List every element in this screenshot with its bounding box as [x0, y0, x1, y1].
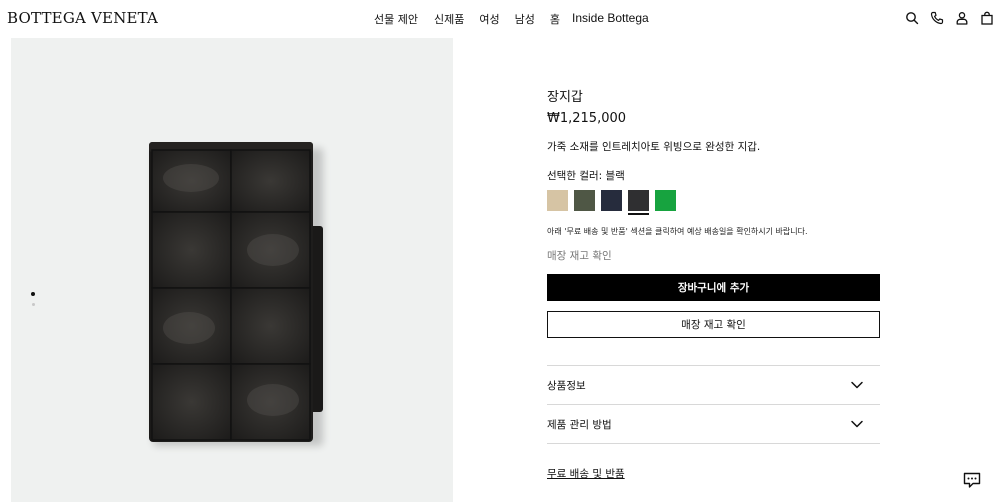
accordion-product-info[interactable]: 상품정보: [547, 366, 880, 404]
slide-dot[interactable]: [31, 303, 35, 306]
swatch-green[interactable]: [655, 190, 676, 211]
divider: [547, 443, 880, 444]
color-swatches: [547, 190, 880, 215]
free-shipping-returns-link[interactable]: 무료 배송 및 반품: [547, 466, 625, 481]
nav-item-new-arrivals[interactable]: 신제품: [434, 11, 464, 27]
accordion-label: 제품 관리 방법: [547, 418, 612, 431]
store-stock-link[interactable]: 매장 재고 확인: [547, 248, 880, 263]
nav-item-home[interactable]: 홈: [550, 11, 560, 27]
product-price: ₩1,215,000: [547, 111, 627, 126]
search-icon[interactable]: [905, 11, 919, 25]
product-description: 가죽 소재를 인트레치아토 위빙으로 완성한 지갑.: [547, 141, 761, 153]
chat-icon[interactable]: [963, 472, 981, 489]
nav-item-women[interactable]: 여성: [479, 11, 499, 27]
account-icon[interactable]: [955, 11, 969, 25]
product-gallery: [11, 38, 453, 502]
nav-item-inside-bottega[interactable]: Inside Bottega: [572, 11, 649, 27]
accordion-label: 상품정보: [547, 379, 586, 392]
slide-dot-active[interactable]: [31, 292, 35, 296]
swatch-navy[interactable]: [601, 190, 622, 211]
chevron-down-icon: [851, 420, 863, 428]
shopping-bag-icon[interactable]: [980, 11, 994, 25]
site-header: BOTTEGA VENETA 선물 제안 신제품 여성 남성 홈 Inside …: [0, 0, 1000, 38]
swatch-olive[interactable]: [574, 190, 595, 211]
nav-item-gifts[interactable]: 선물 제안: [374, 11, 418, 27]
product-title: 장지갑: [547, 90, 583, 105]
shipping-note: 아래 '무료 배송 및 반품' 섹션을 클릭하여 예상 배송일을 확인하시기 바…: [547, 227, 808, 236]
brand-logo[interactable]: BOTTEGA VENETA: [7, 9, 158, 27]
main-nav: 선물 제안 신제품 여성 남성 홈 Inside Bottega: [374, 11, 649, 27]
slide-indicator: [31, 292, 37, 313]
add-to-bag-button[interactable]: 장바구니에 추가: [547, 274, 880, 301]
selected-color-label: 선택한 컬러: 블랙: [547, 170, 625, 182]
phone-icon[interactable]: [930, 11, 944, 25]
swatch-black[interactable]: [628, 190, 649, 215]
chevron-down-icon: [851, 381, 863, 389]
nav-item-men[interactable]: 남성: [515, 11, 535, 27]
wallet-image: [149, 142, 323, 446]
swatch-beige[interactable]: [547, 190, 568, 211]
check-store-stock-button[interactable]: 매장 재고 확인: [547, 311, 880, 338]
header-icons: [905, 11, 994, 25]
product-panel: 장지갑 ₩1,215,000 가죽 소재를 인트레치아토 위빙으로 완성한 지갑…: [547, 86, 880, 481]
accordion-care-guide[interactable]: 제품 관리 방법: [547, 405, 880, 443]
